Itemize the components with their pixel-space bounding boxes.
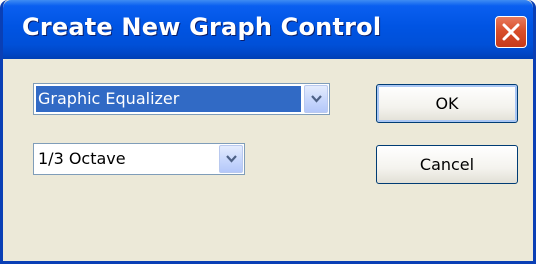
- title-bar[interactable]: Create New Graph Control: [3, 0, 533, 59]
- graph-type-dropdown-button[interactable]: [304, 85, 328, 113]
- bandwidth-select[interactable]: 1/3 Octave: [33, 143, 245, 175]
- dialog-body: Graphic Equalizer 1/3 Octave OK Cancel: [3, 59, 533, 261]
- graph-type-select[interactable]: Graphic Equalizer: [33, 83, 330, 115]
- bandwidth-dropdown-button[interactable]: [219, 145, 243, 173]
- graph-type-value: Graphic Equalizer: [36, 86, 301, 112]
- window-title: Create New Graph Control: [22, 13, 382, 41]
- dialog-window: Create New Graph Control Graphic Equaliz…: [0, 0, 536, 264]
- cancel-button[interactable]: Cancel: [376, 145, 518, 184]
- chevron-down-icon: [226, 155, 237, 163]
- close-button[interactable]: [495, 16, 527, 48]
- chevron-down-icon: [311, 95, 322, 103]
- ok-button[interactable]: OK: [376, 84, 518, 123]
- close-icon: [502, 23, 520, 41]
- bandwidth-value: 1/3 Octave: [38, 149, 126, 168]
